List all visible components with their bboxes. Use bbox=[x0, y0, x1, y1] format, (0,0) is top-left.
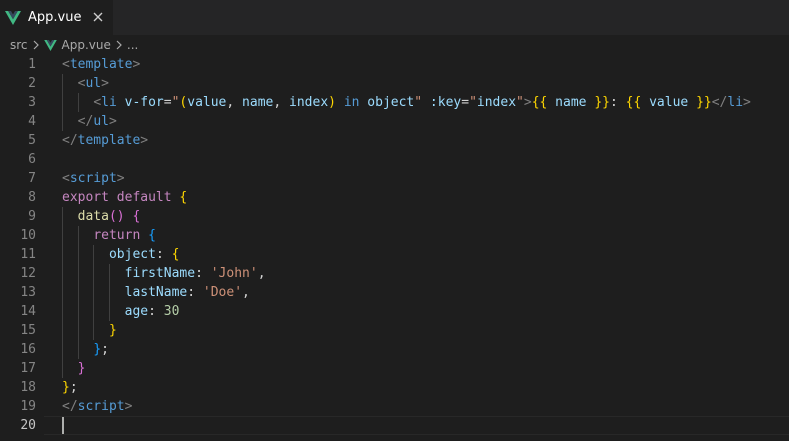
line-number: 18 bbox=[20, 380, 36, 395]
close-icon[interactable] bbox=[91, 10, 105, 24]
code-line[interactable]: 16 }; bbox=[0, 340, 789, 359]
code-text: } bbox=[108, 323, 117, 338]
line-number: 5 bbox=[28, 133, 36, 148]
code-line[interactable]: 9 data() { bbox=[0, 207, 789, 226]
line-number: 14 bbox=[20, 304, 36, 319]
code-text: object: { bbox=[108, 247, 180, 262]
breadcrumb-symbol[interactable]: ... bbox=[127, 38, 138, 52]
code-text: </template> bbox=[62, 133, 149, 148]
breadcrumb: src App.vue ... bbox=[0, 35, 789, 55]
code-text: }; bbox=[62, 380, 78, 395]
code-editor[interactable]: 1 <template> 2 <ul> 3 <li v-for="(value, na… bbox=[0, 55, 789, 441]
code-line[interactable]: 8 export default { bbox=[0, 188, 789, 207]
code-line[interactable]: 7 <script> bbox=[0, 169, 789, 188]
code-line[interactable]: 4 </ul> bbox=[0, 112, 789, 131]
code-text: } bbox=[77, 361, 86, 376]
line-number: 6 bbox=[28, 152, 36, 167]
code-text: return { bbox=[93, 228, 156, 243]
code-line[interactable]: 17 } bbox=[0, 359, 789, 378]
line-number: 12 bbox=[20, 266, 36, 281]
code-line[interactable]: 12 firstName: 'John', bbox=[0, 264, 789, 283]
line-number: 3 bbox=[28, 95, 36, 110]
editor-tab-bar: App.vue bbox=[0, 0, 789, 35]
code-text: age: 30 bbox=[124, 304, 180, 319]
code-line[interactable]: 6 bbox=[0, 150, 789, 169]
chevron-right-icon bbox=[33, 40, 39, 50]
line-number: 2 bbox=[28, 76, 36, 91]
breadcrumb-folder[interactable]: src bbox=[10, 38, 28, 52]
code-text: </script> bbox=[62, 399, 133, 414]
code-text: <template> bbox=[62, 57, 141, 72]
line-number: 4 bbox=[28, 114, 36, 129]
line-number: 17 bbox=[20, 361, 36, 376]
tab-app-vue[interactable]: App.vue bbox=[0, 0, 113, 35]
line-number: 7 bbox=[28, 171, 36, 186]
code-text: <ul> bbox=[77, 76, 109, 91]
code-text: }; bbox=[93, 342, 109, 357]
line-number: 8 bbox=[28, 190, 36, 205]
code-line[interactable]: 13 lastName: 'Doe', bbox=[0, 283, 789, 302]
line-number: 11 bbox=[20, 247, 36, 262]
code-text: lastName: 'Doe', bbox=[124, 285, 250, 300]
code-line[interactable]: 11 object: { bbox=[0, 245, 789, 264]
breadcrumb-file[interactable]: App.vue bbox=[62, 38, 111, 52]
code-line[interactable]: 2 <ul> bbox=[0, 74, 789, 93]
tab-label: App.vue bbox=[28, 10, 82, 25]
code-line[interactable]: 3 <li v-for="(value, name, index) in obj… bbox=[0, 93, 789, 112]
line-number: 9 bbox=[28, 209, 36, 224]
vue-icon bbox=[5, 10, 21, 25]
current-line-highlight bbox=[44, 416, 789, 435]
code-text: export default { bbox=[62, 190, 188, 205]
code-line[interactable]: 1 <template> bbox=[0, 55, 789, 74]
line-number: 10 bbox=[20, 228, 36, 243]
line-number: 1 bbox=[28, 57, 36, 72]
line-number: 16 bbox=[20, 342, 36, 357]
code-line[interactable]: 20 bbox=[0, 416, 789, 435]
line-number: 13 bbox=[20, 285, 36, 300]
vue-icon bbox=[43, 39, 57, 51]
code-text: firstName: 'John', bbox=[124, 266, 266, 281]
code-text: <script> bbox=[62, 171, 125, 186]
code-line[interactable]: 14 age: 30 bbox=[0, 302, 789, 321]
code-line[interactable]: 19 </script> bbox=[0, 397, 789, 416]
line-number: 19 bbox=[20, 399, 36, 414]
code-line[interactable]: 18}; bbox=[0, 378, 789, 397]
code-text: data() { bbox=[77, 209, 141, 224]
code-line[interactable]: 5 </template> bbox=[0, 131, 789, 150]
chevron-right-icon bbox=[116, 40, 122, 50]
line-number: 15 bbox=[20, 323, 36, 338]
code-text: <li v-for="(value, name, index) in objec… bbox=[93, 95, 751, 110]
code-line[interactable]: 10 return { bbox=[0, 226, 789, 245]
text-cursor bbox=[62, 417, 64, 434]
line-number: 20 bbox=[20, 418, 36, 433]
code-line[interactable]: 15 } bbox=[0, 321, 789, 340]
code-text: </ul> bbox=[77, 114, 117, 129]
